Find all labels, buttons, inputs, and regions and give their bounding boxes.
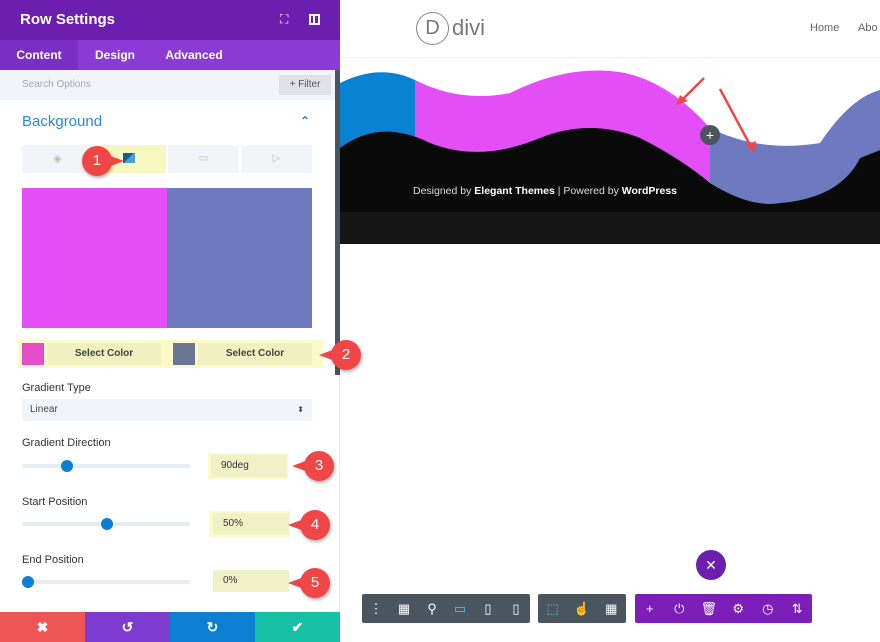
nav-home[interactable]: Home	[810, 22, 839, 34]
more-icon[interactable]: ⋮	[362, 601, 390, 617]
zoom-icon[interactable]: ⚲	[418, 601, 446, 617]
sort-icon[interactable]: ⇅	[783, 601, 812, 617]
panel-title: Row Settings	[20, 11, 116, 28]
panel-tabs: Content Design Advanced	[0, 40, 340, 70]
slider-handle[interactable]	[61, 460, 73, 472]
image-icon[interactable]: ▭	[168, 145, 239, 173]
sidebar-toggle-icon[interactable]	[309, 14, 320, 25]
wave-section	[340, 70, 880, 244]
save-button[interactable]: ✔	[255, 612, 340, 642]
wireframe-icon[interactable]: ▦	[390, 601, 418, 617]
filter-button[interactable]: + Filter	[279, 75, 331, 95]
portability-icon[interactable]: ⏻	[665, 601, 694, 617]
fullscreen-icon[interactable]: ⛶	[280, 12, 288, 27]
tab-advanced[interactable]: Advanced	[152, 40, 236, 70]
gradient-direction-slider[interactable]	[22, 460, 190, 472]
callout-5: 5	[288, 568, 330, 598]
view-toolbar: ⋮ ▦ ⚲ ▭ ▯ ▯	[362, 594, 530, 623]
gradient-type-label: Gradient Type	[22, 382, 91, 394]
start-position-slider[interactable]	[22, 518, 190, 530]
slider-handle[interactable]	[101, 518, 113, 530]
start-position-label: Start Position	[22, 496, 88, 508]
page-toolbar: + ⏻ 🗑 ⚙ ◷ ⇅	[635, 594, 812, 623]
logo-text[interactable]: divi	[452, 15, 485, 41]
panel-header: Row Settings ⛶	[0, 0, 340, 40]
settings-icon[interactable]: ⚙	[724, 601, 753, 617]
footer-credits: Designed by Elegant Themes | Powered by …	[413, 185, 678, 197]
gradient-direction-label: Gradient Direction	[22, 437, 111, 449]
video-icon[interactable]: ▷	[241, 145, 312, 173]
slider-handle[interactable]	[22, 576, 34, 588]
elegant-themes-link[interactable]: Elegant Themes	[474, 185, 555, 197]
callout-3: 3	[292, 451, 334, 481]
select-arrows-icon: ⬍	[297, 405, 304, 414]
search-input[interactable]: Search Options	[22, 79, 91, 90]
grid-icon[interactable]: ▦	[597, 601, 626, 617]
wordpress-link[interactable]: WordPress	[622, 185, 677, 197]
callout-4: 4	[288, 510, 330, 540]
gradient-direction-input[interactable]: 90deg	[211, 455, 287, 477]
trash-icon[interactable]: 🗑	[694, 601, 723, 617]
chevron-up-icon[interactable]: ⌃	[300, 114, 310, 128]
select-start-color-button[interactable]: Select Color	[47, 343, 161, 365]
callout-2: 2	[319, 340, 361, 370]
close-button[interactable]: ✖	[0, 612, 85, 642]
click-icon[interactable]: ☝	[567, 601, 596, 617]
search-bar: Search Options + Filter	[0, 70, 335, 100]
select-icon[interactable]: ⬚	[538, 601, 567, 617]
close-builder-button[interactable]: ✕	[696, 550, 726, 580]
end-position-slider[interactable]	[22, 576, 190, 588]
callout-1: 1	[82, 146, 124, 176]
undo-button[interactable]: ↺	[85, 612, 170, 642]
gradient-type-value: Linear	[30, 404, 58, 415]
gradient-preview	[22, 188, 312, 328]
start-color-swatch[interactable]	[22, 343, 44, 365]
selection-toolbar: ⬚ ☝ ▦	[538, 594, 626, 623]
nav-about[interactable]: Abo	[858, 22, 878, 34]
add-icon[interactable]: +	[635, 601, 664, 616]
start-position-input[interactable]: 50%	[213, 513, 289, 535]
gradient-type-select[interactable]: Linear ⬍	[22, 399, 312, 421]
end-position-label: End Position	[22, 554, 84, 566]
tablet-icon[interactable]: ▯	[474, 601, 502, 617]
logo-mark: D	[416, 12, 449, 45]
tab-design[interactable]: Design	[78, 40, 152, 70]
select-end-color-button[interactable]: Select Color	[198, 343, 312, 365]
background-type-tabs: ◈ ▭ ▷	[22, 145, 312, 173]
row-settings-panel: Row Settings ⛶ Content Design Advanced S…	[0, 0, 340, 642]
site-header: D divi Home Abo	[341, 0, 880, 58]
color-row: Select Color Select Color	[18, 340, 323, 368]
desktop-icon[interactable]: ▭	[446, 601, 474, 617]
tab-content[interactable]: Content	[0, 40, 78, 70]
end-color-swatch[interactable]	[173, 343, 195, 365]
history-icon[interactable]: ◷	[753, 601, 782, 617]
end-position-input[interactable]: 0%	[213, 570, 289, 592]
redo-button[interactable]: ↻	[170, 612, 255, 642]
phone-icon[interactable]: ▯	[502, 601, 530, 617]
annotation-arrows	[676, 77, 756, 153]
section-title: Background	[22, 113, 103, 130]
